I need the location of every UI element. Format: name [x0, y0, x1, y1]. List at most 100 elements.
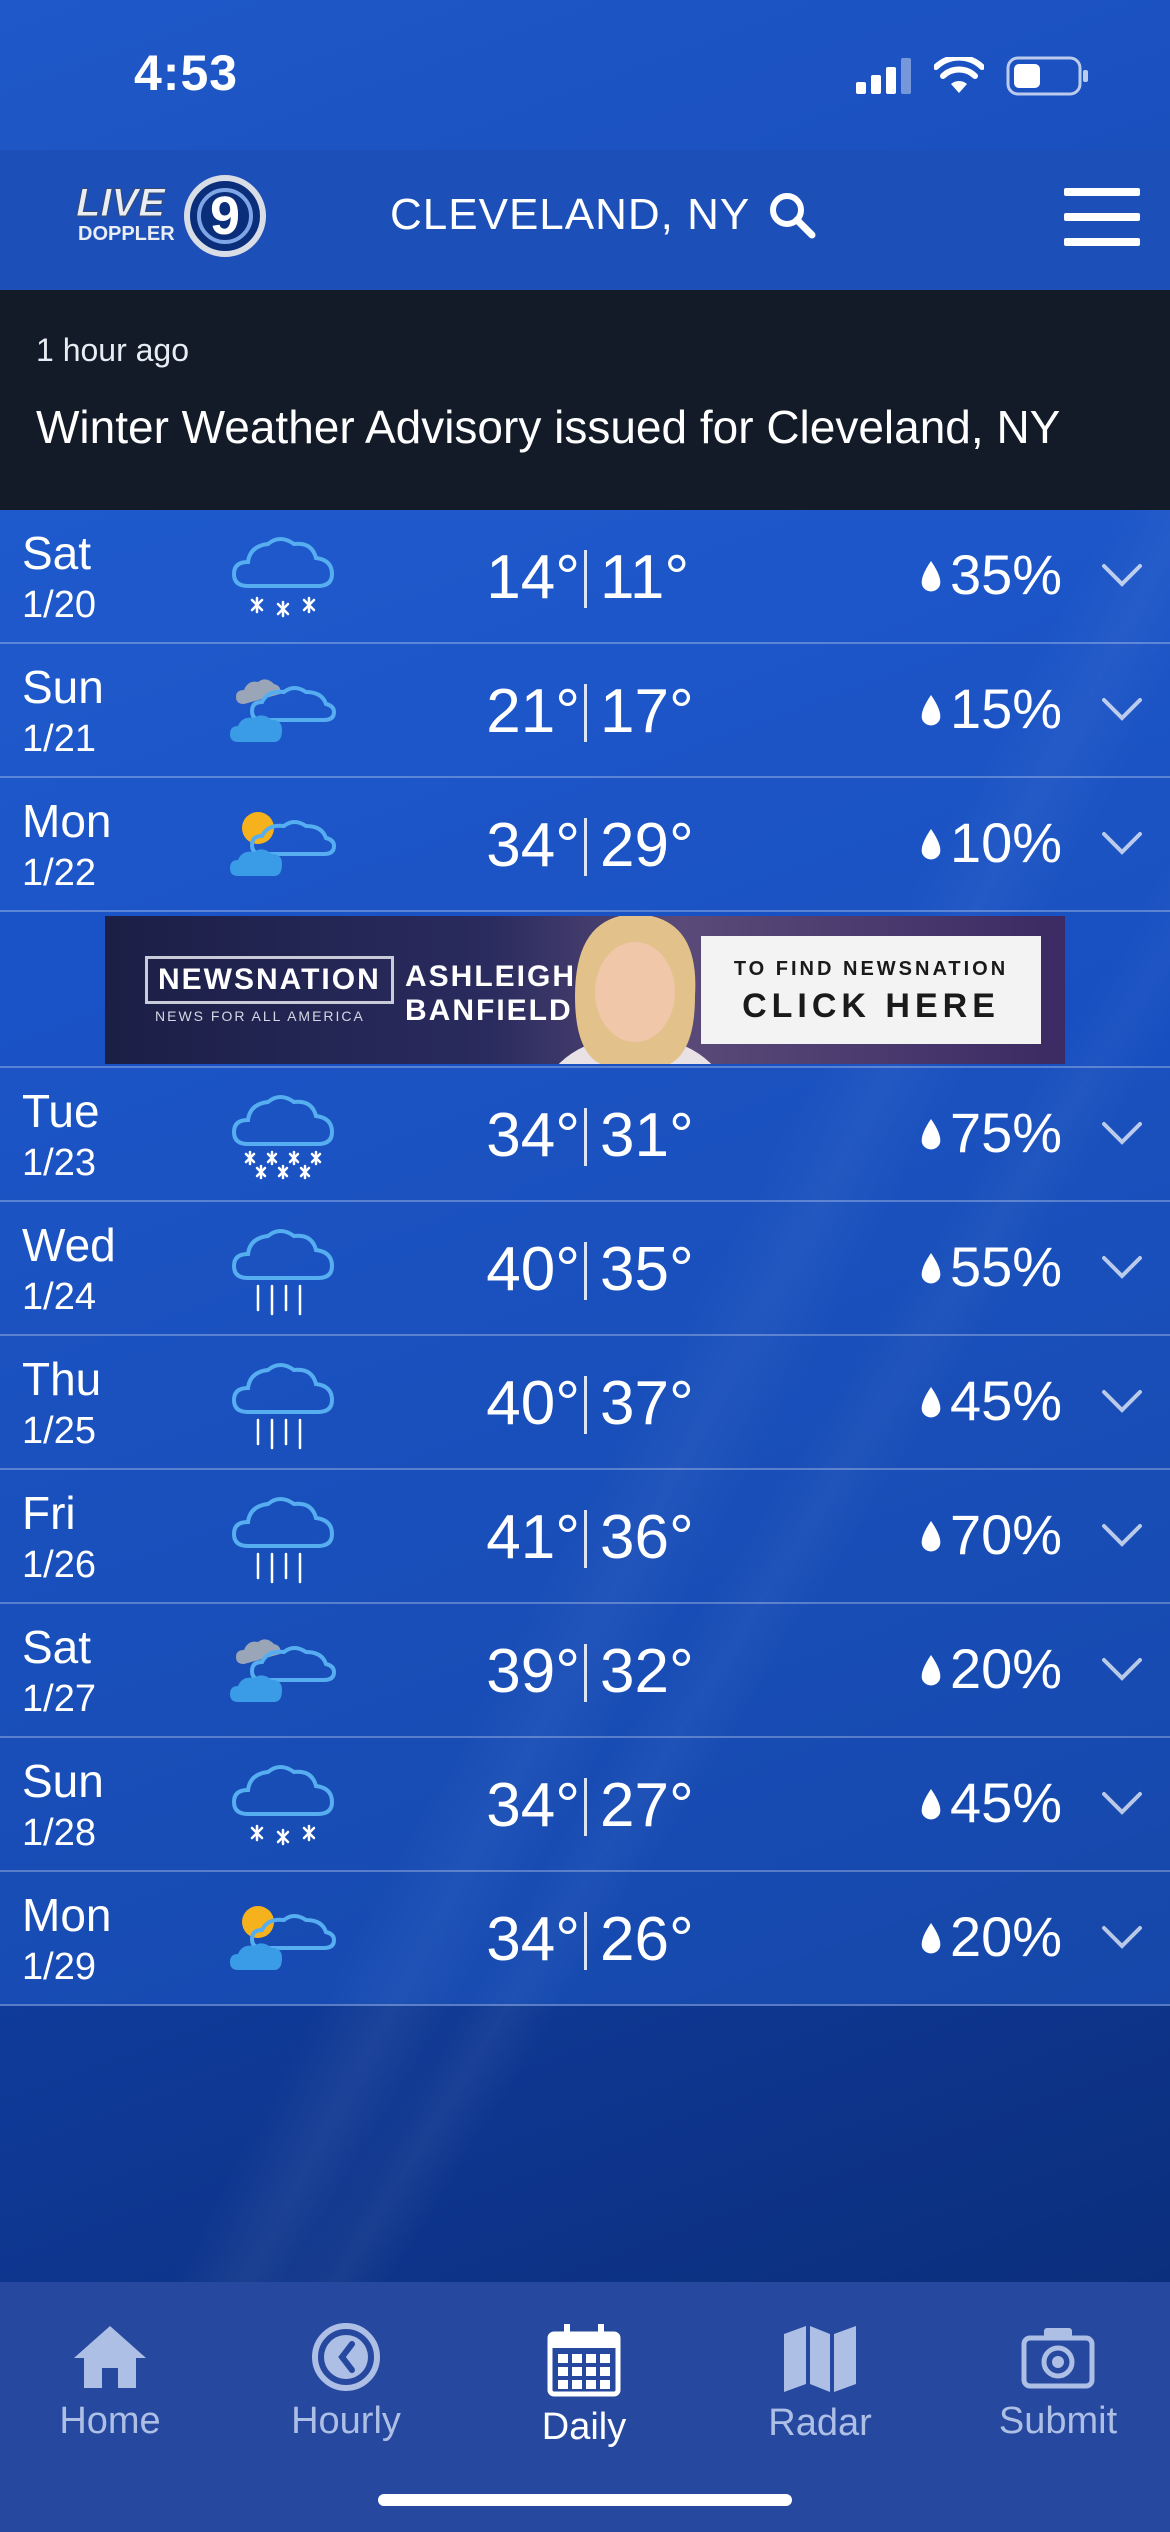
- partly-cloudy-icon: [230, 1906, 337, 1970]
- tab-home[interactable]: Home: [10, 2322, 210, 2462]
- day-date: 1/24: [22, 1276, 96, 1318]
- temp-divider: [584, 684, 587, 742]
- status-time: 4:53: [134, 45, 239, 101]
- temp-high: 34°: [486, 1905, 580, 1974]
- location-label: CLEVELAND, NY: [390, 190, 751, 239]
- weather-alert-banner[interactable]: 1 hour ago Winter Weather Advisory issue…: [0, 290, 1170, 510]
- forecast-row[interactable]: Wed 1/24 40° 35° 55%: [0, 1202, 1170, 1336]
- day-date: 1/20: [22, 584, 96, 626]
- chevron-down-icon[interactable]: [1100, 1252, 1144, 1282]
- temp-low: 27°: [600, 1771, 694, 1840]
- temp-high: 41°: [486, 1503, 580, 1572]
- home-icon: [74, 2326, 146, 2388]
- raindrop-icon: [921, 1118, 941, 1149]
- temp-low: 17°: [600, 677, 694, 746]
- logo-text-sub: DOPPLER: [78, 223, 175, 245]
- tab-label: Hourly: [291, 2400, 401, 2442]
- forecast-row[interactable]: Sun 1/28 34° 27° 45%: [0, 1738, 1170, 1872]
- tab-label: Home: [59, 2400, 161, 2442]
- forecast-row[interactable]: Sat 1/20 14° 11° 35%: [0, 510, 1170, 644]
- temp-high: 34°: [486, 1771, 580, 1840]
- chevron-down-icon[interactable]: [1100, 694, 1144, 724]
- day-name: Tue: [22, 1085, 100, 1137]
- chevron-down-icon[interactable]: [1100, 1386, 1144, 1416]
- chevron-down-icon[interactable]: [1100, 1788, 1144, 1818]
- forecast-row[interactable]: Tue 1/23 34° 31° 75%: [0, 1068, 1170, 1202]
- temp-low: 37°: [600, 1369, 694, 1438]
- temp-low: 31°: [600, 1101, 694, 1170]
- tab-submit[interactable]: Submit: [958, 2322, 1158, 2462]
- logo-number: 9: [210, 186, 240, 246]
- precip-chance: 35%: [918, 542, 1062, 607]
- status-bar: 4:53: [0, 0, 1170, 150]
- partly-cloudy-icon: [230, 812, 337, 876]
- tab-hourly[interactable]: Hourly: [246, 2322, 446, 2462]
- temp-low: 36°: [600, 1503, 694, 1572]
- clock-icon: [312, 2323, 380, 2391]
- chevron-down-icon[interactable]: [1100, 828, 1144, 858]
- chevron-down-icon[interactable]: [1100, 1520, 1144, 1550]
- ad-cta-button[interactable]: TO FIND NEWSNATION CLICK HERE: [701, 936, 1041, 1044]
- tab-label: Submit: [998, 2400, 1118, 2442]
- ad-cta-line1: TO FIND NEWSNATION: [733, 958, 1009, 980]
- hamburger-menu-icon[interactable]: [1064, 188, 1140, 246]
- app-header: 9 LIVE DOPPLER CLEVELAND, NY: [0, 150, 1170, 290]
- cellular-signal-icon: [856, 58, 911, 94]
- status-icons: [856, 56, 1090, 96]
- precip-value: 55%: [950, 1235, 1063, 1298]
- chevron-down-icon[interactable]: [1100, 1922, 1144, 1952]
- camera-icon: [1021, 2328, 1095, 2389]
- precip-chance: 20%: [918, 1904, 1062, 1969]
- raindrop-icon: [921, 560, 941, 591]
- chevron-down-icon[interactable]: [1100, 1118, 1144, 1148]
- temp-divider: [584, 1912, 587, 1970]
- temp-high: 39°: [486, 1637, 580, 1706]
- battery-icon: [1006, 56, 1088, 96]
- live-doppler-9-logo[interactable]: 9 LIVE DOPPLER: [70, 168, 270, 264]
- forecast-row[interactable]: Fri 1/26 41° 36° 70%: [0, 1470, 1170, 1604]
- temp-high: 34°: [486, 1101, 580, 1170]
- location-selector[interactable]: CLEVELAND, NY: [390, 190, 816, 240]
- forecast-row[interactable]: Sat 1/27 39° 32° 20%: [0, 1604, 1170, 1738]
- day-date: 1/28: [22, 1812, 96, 1854]
- temp-low: 35°: [600, 1235, 694, 1304]
- search-icon[interactable]: [768, 191, 816, 239]
- raindrop-icon: [921, 1922, 941, 1953]
- tab-radar[interactable]: Radar: [720, 2322, 920, 2462]
- newsnation-ad-banner[interactable]: NEWSNATION NEWS FOR ALL AMERICA ASHLEIGH…: [105, 916, 1065, 1064]
- temp-divider: [584, 818, 587, 876]
- raindrop-icon: [921, 1520, 941, 1551]
- raindrop-icon: [921, 828, 941, 859]
- precip-chance: 20%: [918, 1636, 1062, 1701]
- temp-low: 11°: [600, 543, 690, 612]
- day-name: Sat: [22, 527, 92, 579]
- precip-value: 35%: [950, 543, 1063, 606]
- tab-daily[interactable]: Daily: [484, 2322, 684, 2462]
- day-name: Sun: [22, 661, 104, 713]
- snow-icon: [231, 1765, 335, 1846]
- raindrop-icon: [921, 1252, 941, 1283]
- snow-icon: [231, 1095, 335, 1180]
- alert-title: Winter Weather Advisory issued for Cleve…: [36, 401, 1061, 453]
- chevron-down-icon[interactable]: [1100, 560, 1144, 590]
- temp-high: 21°: [486, 677, 580, 746]
- home-indicator[interactable]: [378, 2494, 792, 2506]
- temp-low: 32°: [600, 1637, 694, 1706]
- cloudy-icon: [230, 1639, 337, 1702]
- day-name: Sun: [22, 1755, 104, 1807]
- precip-value: 20%: [950, 1905, 1063, 1968]
- forecast-row[interactable]: Sun 1/21 21° 17° 15%: [0, 644, 1170, 778]
- cloudy-icon: [230, 679, 337, 742]
- raindrop-icon: [921, 1654, 941, 1685]
- precip-value: 15%: [950, 677, 1063, 740]
- precip-chance: 70%: [918, 1502, 1062, 1567]
- forecast-row[interactable]: Thu 1/25 40° 37° 45%: [0, 1336, 1170, 1470]
- forecast-row[interactable]: Mon 1/22 34° 29° 10%: [0, 778, 1170, 912]
- day-date: 1/22: [22, 852, 96, 894]
- temp-high: 14°: [486, 543, 580, 612]
- day-date: 1/27: [22, 1678, 96, 1720]
- forecast-row[interactable]: Mon 1/29 34° 26° 20%: [0, 1872, 1170, 2006]
- tab-label: Radar: [768, 2402, 872, 2444]
- chevron-down-icon[interactable]: [1100, 1654, 1144, 1684]
- day-name: Thu: [22, 1353, 102, 1405]
